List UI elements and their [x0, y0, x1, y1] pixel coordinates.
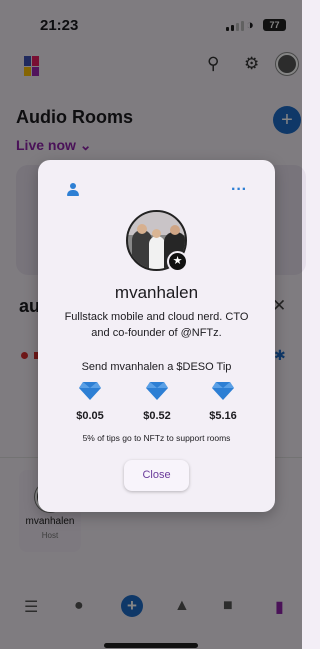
diamond-icon	[212, 382, 234, 400]
profile-modal: ··· ★ mvanhalen Fullstack mobile and clo…	[38, 160, 275, 512]
trophy-icon: ★	[167, 251, 188, 272]
tip-amount: $0.52	[143, 410, 171, 422]
more-options-icon[interactable]: ···	[231, 181, 247, 199]
tip-amount: $5.16	[209, 410, 237, 422]
user-icon[interactable]	[66, 183, 80, 197]
diamond-icon	[79, 382, 101, 400]
tip-note: 5% of tips go to NFTz to support rooms	[82, 433, 231, 443]
user-bio: Fullstack mobile and cloud nerd. CTO and…	[64, 311, 249, 339]
home-indicator	[104, 643, 198, 648]
tip-title: Send mvanhalen a $DESO Tip	[81, 361, 232, 373]
diamond-icon	[146, 382, 168, 400]
close-button[interactable]: Close	[124, 460, 189, 491]
username: mvanhalen	[114, 283, 199, 302]
tip-option-3[interactable]: $5.16	[193, 382, 253, 422]
tip-amount: $0.05	[76, 410, 104, 422]
tip-option-2[interactable]: $0.52	[127, 382, 187, 422]
tip-option-1[interactable]: $0.05	[60, 382, 120, 422]
